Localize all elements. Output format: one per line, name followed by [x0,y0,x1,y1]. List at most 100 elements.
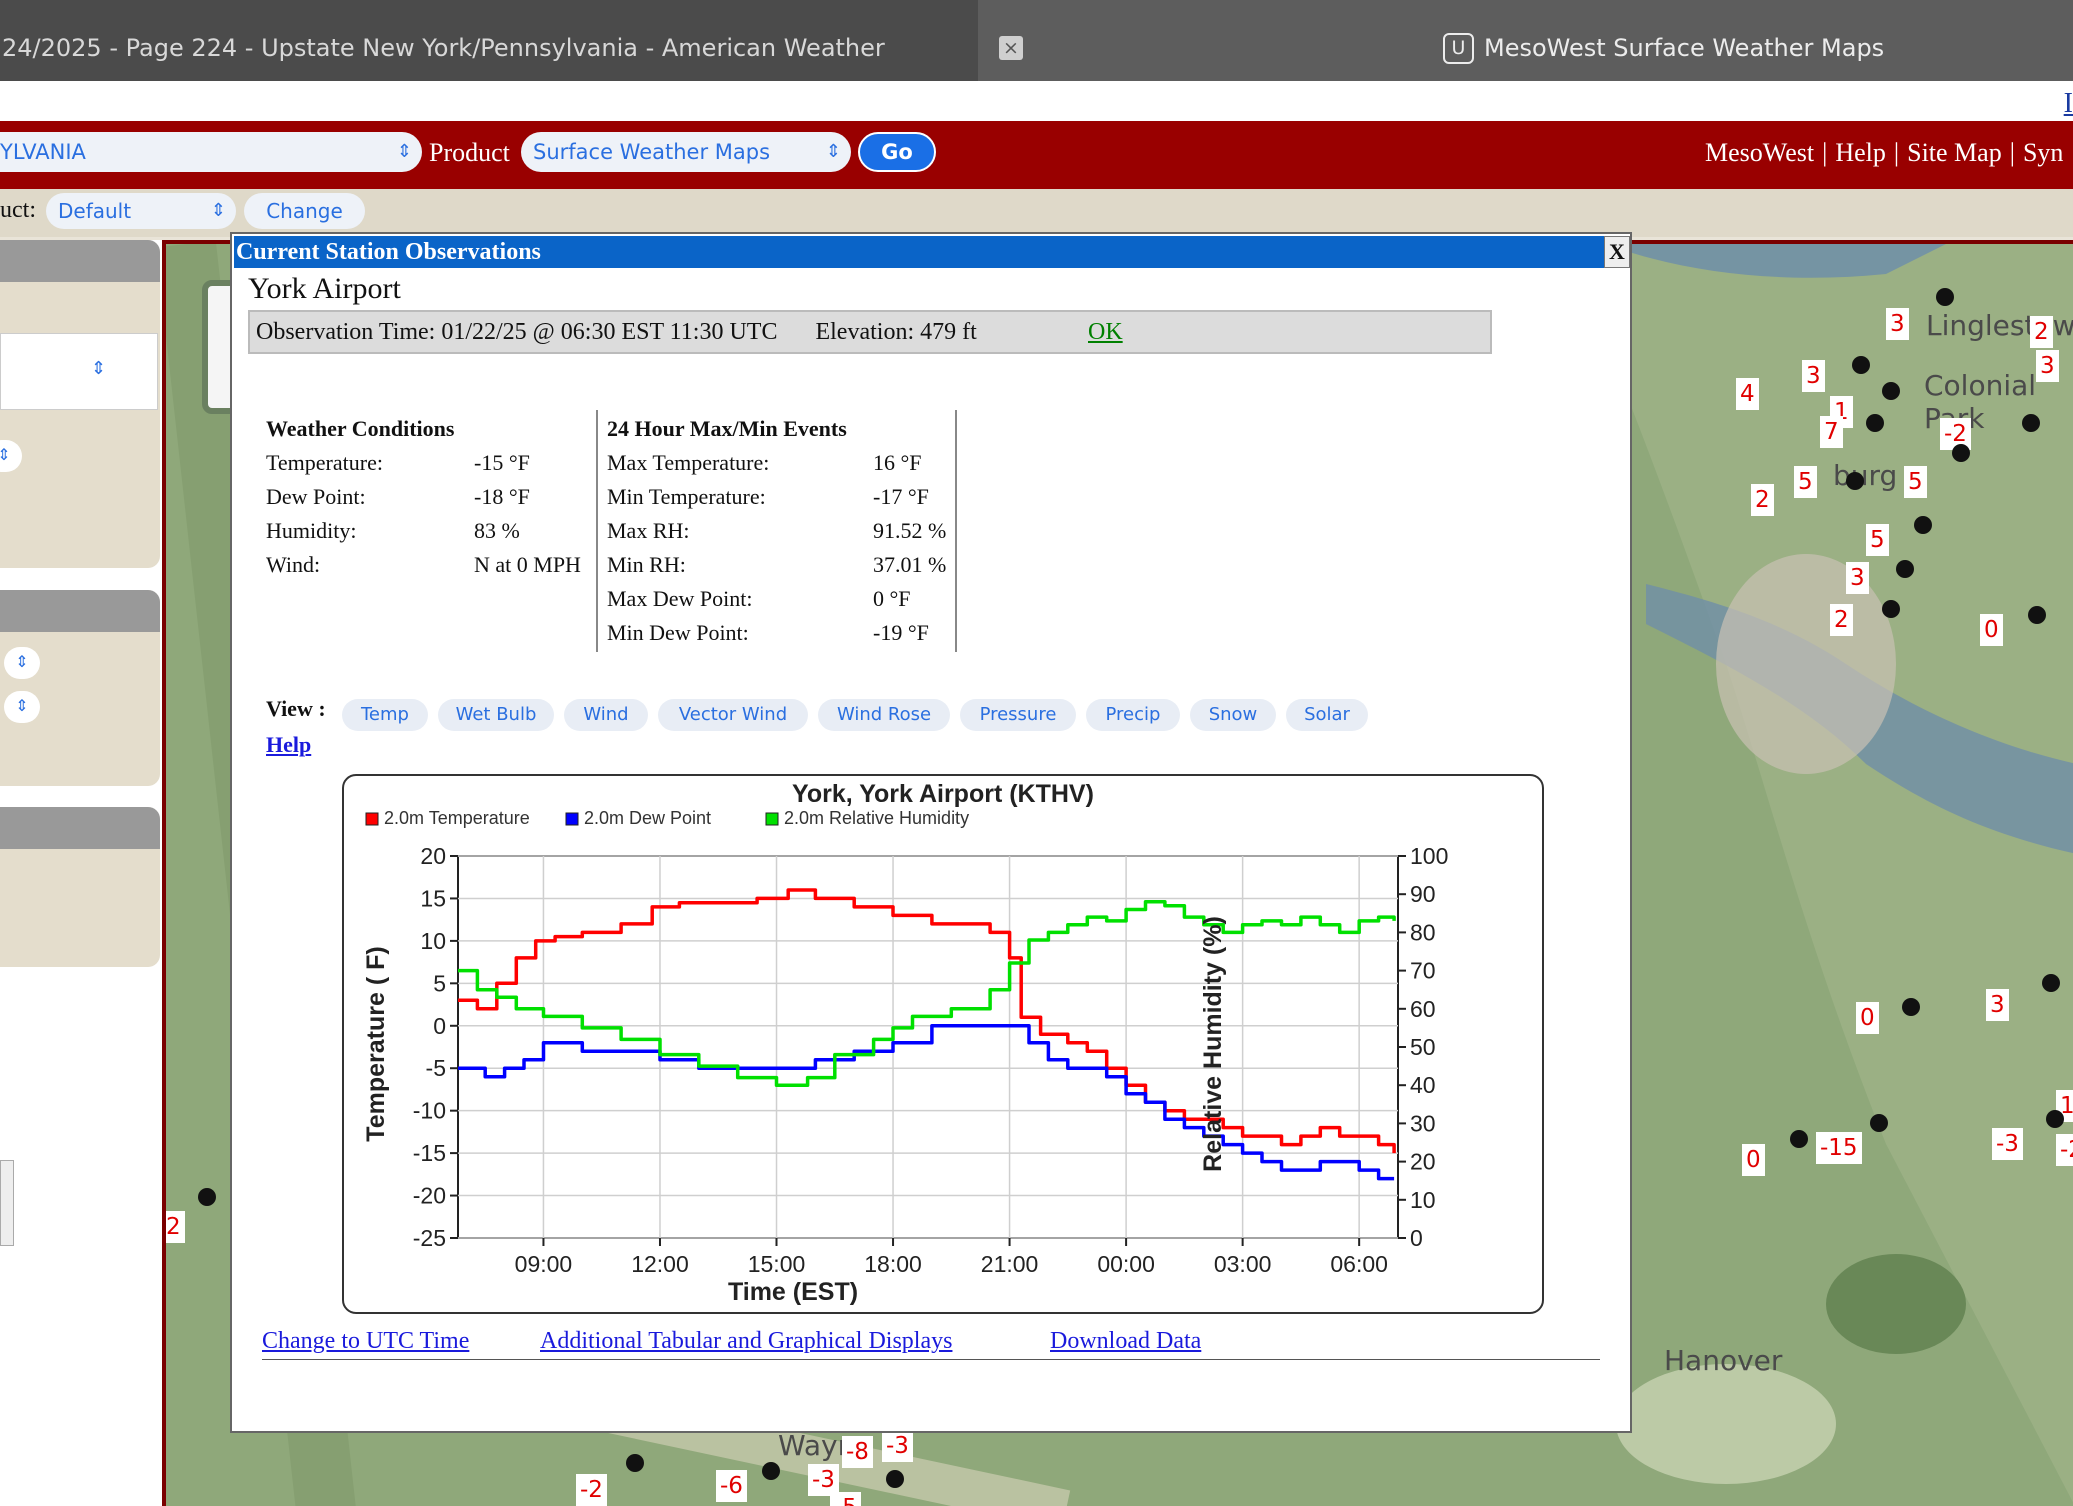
observation-info: Observation Time: 01/22/25 @ 06:30 EST 1… [248,310,1492,354]
view-pressure-button[interactable]: Pressure [960,699,1076,731]
station-marker[interactable] [2022,414,2040,432]
station-marker[interactable] [1952,444,1970,462]
station-marker[interactable] [1902,998,1920,1016]
station-marker[interactable] [1866,414,1884,432]
station-marker[interactable] [1882,600,1900,618]
go-button[interactable]: Go [858,132,936,172]
change-utc-link[interactable]: Change to UTC Time [262,1328,469,1355]
station-marker[interactable] [762,1462,780,1480]
y-tick-label: -10 [413,1098,446,1124]
select-chevron-icon: ⇕ [15,698,29,715]
ok-link[interactable]: OK [1088,312,1123,352]
station-marker[interactable] [198,1188,216,1206]
station-marker[interactable] [2028,606,2046,624]
help-link[interactable]: Help [266,732,311,758]
station-marker[interactable] [1936,288,1954,306]
station-value[interactable]: -8 [842,1436,873,1468]
change-button[interactable]: Change [244,193,365,229]
sidebar-select[interactable]: ⇕ [0,333,158,410]
station-value[interactable]: -15 [1816,1132,1862,1164]
y2-tick-label: 60 [1410,996,1436,1022]
station-value[interactable]: -2 [576,1474,607,1506]
station-value[interactable]: -5 [830,1492,861,1506]
station-marker[interactable] [1846,472,1864,490]
y-tick-label: 0 [433,1013,446,1039]
mini-select[interactable]: ⇕ [4,647,40,679]
row-value: -19 °F [873,620,929,645]
mini-select[interactable]: ⇕ [4,691,40,723]
view-wind-rose-button[interactable]: Wind Rose [818,699,950,731]
station-marker[interactable] [626,1454,644,1472]
sidebar: ⇕ ⇕ ⇕ ⇕ [0,240,162,1506]
row-value: 16 °F [873,450,922,475]
station-value[interactable]: 4 [1736,378,1759,410]
legend-swatch [565,812,579,826]
station-value[interactable]: 2 [166,1211,185,1243]
top-strip-link[interactable]: I [2064,88,2073,120]
select-chevron-icon: ⇕ [91,358,107,378]
station-value[interactable]: 2 [1830,604,1853,636]
view-wind-button[interactable]: Wind [564,699,648,731]
view-vector-wind-button[interactable]: Vector Wind [658,699,808,731]
view-snow-button[interactable]: Snow [1190,699,1276,731]
view-temp-button[interactable]: Temp [342,699,428,731]
sidebar-input-edge[interactable] [0,1160,14,1246]
station-value[interactable]: 3 [1846,562,1869,594]
station-value[interactable]: 7 [1820,416,1843,448]
table-divider [596,410,598,652]
plot-area [457,855,1399,1239]
tab-mesowest[interactable]: U MesoWest Surface Weather Maps [1443,28,1884,68]
station-marker[interactable] [1790,1130,1808,1148]
station-value[interactable]: -3 [1992,1128,2023,1160]
nav-mesowest[interactable]: MesoWest [1705,138,1814,167]
product-select[interactable]: Surface Weather Maps ⇕ [521,132,851,172]
station-value[interactable]: 0 [1856,1002,1879,1034]
y2-tick-label: 50 [1410,1034,1436,1060]
station-marker[interactable] [2042,974,2060,992]
station-value[interactable]: 5 [1794,466,1817,498]
view-label: View : [266,696,326,721]
station-value[interactable]: 5 [1904,466,1927,498]
additional-displays-link[interactable]: Additional Tabular and Graphical Display… [540,1328,952,1355]
y-tick-label: 10 [420,928,446,954]
download-data-link[interactable]: Download Data [1050,1328,1201,1355]
station-value[interactable]: -2 [2056,1134,2073,1166]
mini-select[interactable]: ⇕ [0,440,22,472]
state-select[interactable]: YLVANIA ⇕ [0,132,422,172]
subproduct-select[interactable]: Default ⇕ [46,193,236,229]
x-tick-label: 06:00 [1330,1251,1388,1277]
station-marker[interactable] [1852,356,1870,374]
station-value[interactable]: 2 [1751,484,1774,516]
view-solar-button[interactable]: Solar [1286,699,1368,731]
nav-syn[interactable]: Syn [2023,138,2063,167]
station-marker[interactable] [1896,560,1914,578]
station-marker[interactable] [1870,1114,1888,1132]
station-marker[interactable] [1882,382,1900,400]
station-value[interactable]: 0 [1742,1144,1765,1176]
station-value[interactable]: 3 [2036,350,2059,382]
nav-help[interactable]: Help [1835,138,1886,167]
select-chevron-icon: ⇕ [15,654,29,671]
station-value[interactable]: 3 [1802,360,1825,392]
row-value: -18 °F [474,484,530,509]
tab-american-weather[interactable]: 24/2025 - Page 224 - Upstate New York/Pe… [0,0,978,81]
station-value[interactable]: -6 [716,1470,747,1502]
view-wet-bulb-button[interactable]: Wet Bulb [438,699,554,731]
station-value[interactable]: 3 [1886,308,1909,340]
station-value[interactable]: 3 [1986,989,2009,1021]
chart-y2-axis-label: Relative Humidity (%) [1199,916,1227,1172]
panel-header [0,590,160,632]
nav-site-map[interactable]: Site Map [1907,138,2002,167]
station-value[interactable]: 0 [1980,614,2003,646]
legend-label: 2.0m Dew Point [584,808,711,828]
station-value[interactable]: -3 [882,1430,913,1462]
station-marker[interactable] [886,1470,904,1488]
popup-close-button[interactable]: X [1604,236,1630,268]
station-marker[interactable] [2046,1110,2064,1128]
station-marker[interactable] [1914,516,1932,534]
product-select-value: Surface Weather Maps [533,140,771,164]
station-value[interactable]: 5 [1866,524,1889,556]
view-precip-button[interactable]: Precip [1086,699,1180,731]
station-value[interactable]: 2 [2030,316,2053,348]
close-tab-icon[interactable]: × [999,36,1023,60]
